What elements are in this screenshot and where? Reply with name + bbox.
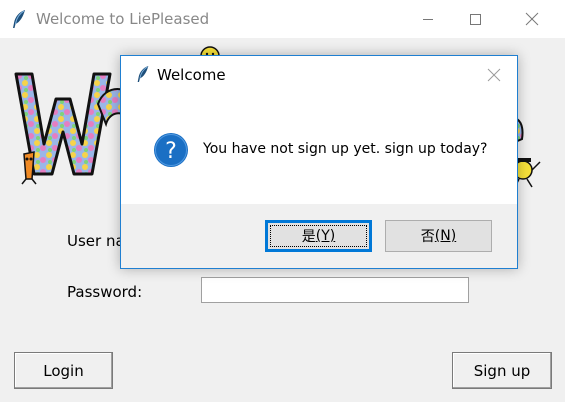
dialog-close-button[interactable] <box>479 60 509 90</box>
svg-text:?: ? <box>165 139 177 164</box>
minimize-button[interactable] <box>405 0 451 38</box>
minimize-icon <box>423 19 433 20</box>
question-icon: ? <box>154 133 188 167</box>
feather-icon <box>13 10 25 28</box>
password-label: Password: <box>67 283 143 301</box>
dialog-button-bar: 是 (Y) 否 (N) <box>121 204 517 268</box>
close-button[interactable] <box>509 0 555 38</box>
close-icon <box>487 68 501 82</box>
close-icon <box>525 12 539 26</box>
dialog-title: Welcome <box>157 66 226 84</box>
maximize-icon <box>470 14 481 25</box>
welcome-dialog: Welcome ? You have not sign up yet. sign… <box>120 55 518 269</box>
signup-button[interactable]: Sign up <box>452 352 552 389</box>
login-button[interactable]: Login <box>14 352 113 389</box>
focus-ring <box>270 225 367 247</box>
no-button[interactable]: 否 (N) <box>385 220 492 252</box>
feather-icon <box>137 66 149 82</box>
no-button-label: 否 <box>420 229 435 245</box>
no-button-mnemonic: (N) <box>434 228 457 244</box>
maximize-button[interactable] <box>452 0 498 38</box>
dialog-titlebar: Welcome <box>121 56 517 92</box>
yes-button[interactable]: 是 (Y) <box>265 220 372 252</box>
password-field[interactable] <box>201 277 469 303</box>
dialog-message: You have not sign up yet. sign up today? <box>203 141 488 157</box>
window-titlebar: Welcome to LiePleased <box>0 0 565 38</box>
window-title: Welcome to LiePleased <box>36 10 210 28</box>
